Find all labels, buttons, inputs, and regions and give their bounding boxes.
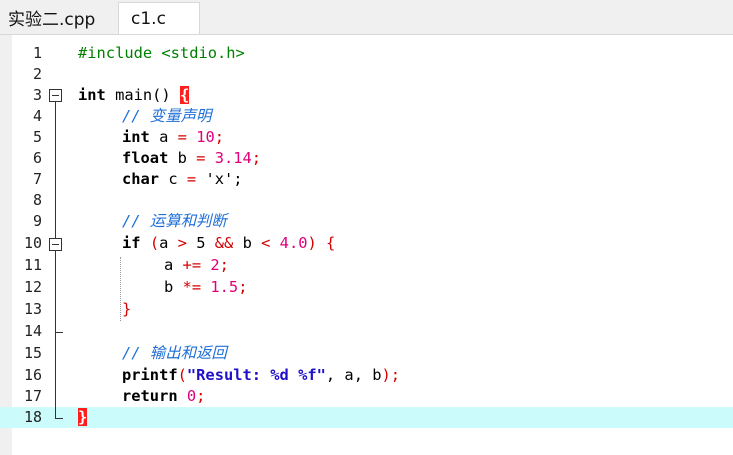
code-line-6: float b = 3.14; bbox=[122, 149, 262, 167]
current-line-highlight bbox=[0, 407, 733, 428]
code-line-17: return 0; bbox=[122, 387, 206, 405]
line-number: 14 bbox=[23, 322, 42, 340]
code-line-13: } bbox=[122, 300, 132, 318]
code-editor[interactable]: 1 2 3 4 5 6 7 8 9 10 11 12 13 14 15 16 1… bbox=[0, 35, 733, 455]
line-number: 2 bbox=[32, 65, 42, 83]
line-number: 1 bbox=[32, 44, 42, 62]
line-number: 3 bbox=[32, 86, 42, 104]
line-number: 11 bbox=[23, 256, 42, 274]
code-line-11: a += 2; bbox=[164, 256, 229, 274]
line-number: 12 bbox=[23, 278, 42, 296]
line-number: 9 bbox=[32, 212, 42, 230]
code-line-3: int main() { bbox=[78, 86, 190, 104]
line-number: 17 bbox=[23, 387, 42, 405]
line-number: 6 bbox=[32, 149, 42, 167]
tab-label: 实验二.cpp bbox=[8, 9, 96, 30]
code-line-1: #include <stdio.h> bbox=[78, 44, 245, 62]
tab-c1-c[interactable]: c1.c bbox=[118, 2, 200, 34]
line-number: 15 bbox=[23, 344, 42, 362]
tab-bar: 实验二.cpp c1.c bbox=[0, 0, 733, 35]
tab-label: c1.c bbox=[131, 8, 166, 29]
fold-collapse-icon[interactable] bbox=[49, 238, 62, 251]
line-number: 10 bbox=[23, 234, 42, 252]
code-line-12: b *= 1.5; bbox=[164, 278, 248, 296]
editor-margin bbox=[0, 35, 12, 455]
fold-end-marker bbox=[55, 332, 63, 333]
tab-experiment-cpp[interactable]: 实验二.cpp bbox=[8, 0, 116, 34]
brace-match-highlight: } bbox=[78, 408, 88, 426]
code-line-9: // 运算和判断 bbox=[122, 212, 227, 230]
line-number: 8 bbox=[32, 191, 42, 209]
code-line-7: char c = 'x'; bbox=[122, 170, 243, 188]
code-line-15: // 输出和返回 bbox=[122, 344, 227, 362]
code-line-16: printf("Result: %d %f", a, b); bbox=[122, 366, 401, 384]
code-line-10: if (a > 5 && b < 4.0) { bbox=[122, 234, 336, 252]
line-number: 16 bbox=[23, 366, 42, 384]
line-number: 18 bbox=[23, 408, 42, 426]
code-line-5: int a = 10; bbox=[122, 128, 225, 146]
fold-range-line bbox=[55, 102, 56, 418]
fold-end-marker bbox=[55, 418, 63, 419]
brace-match-highlight: { bbox=[179, 86, 190, 104]
fold-collapse-icon[interactable] bbox=[49, 89, 62, 102]
line-number: 7 bbox=[32, 170, 42, 188]
line-number: 5 bbox=[32, 128, 42, 146]
line-number: 4 bbox=[32, 107, 42, 125]
line-number: 13 bbox=[23, 300, 42, 318]
indent-guide bbox=[120, 257, 121, 321]
code-line-18: } bbox=[78, 407, 88, 428]
code-line-4: // 变量声明 bbox=[122, 107, 212, 125]
